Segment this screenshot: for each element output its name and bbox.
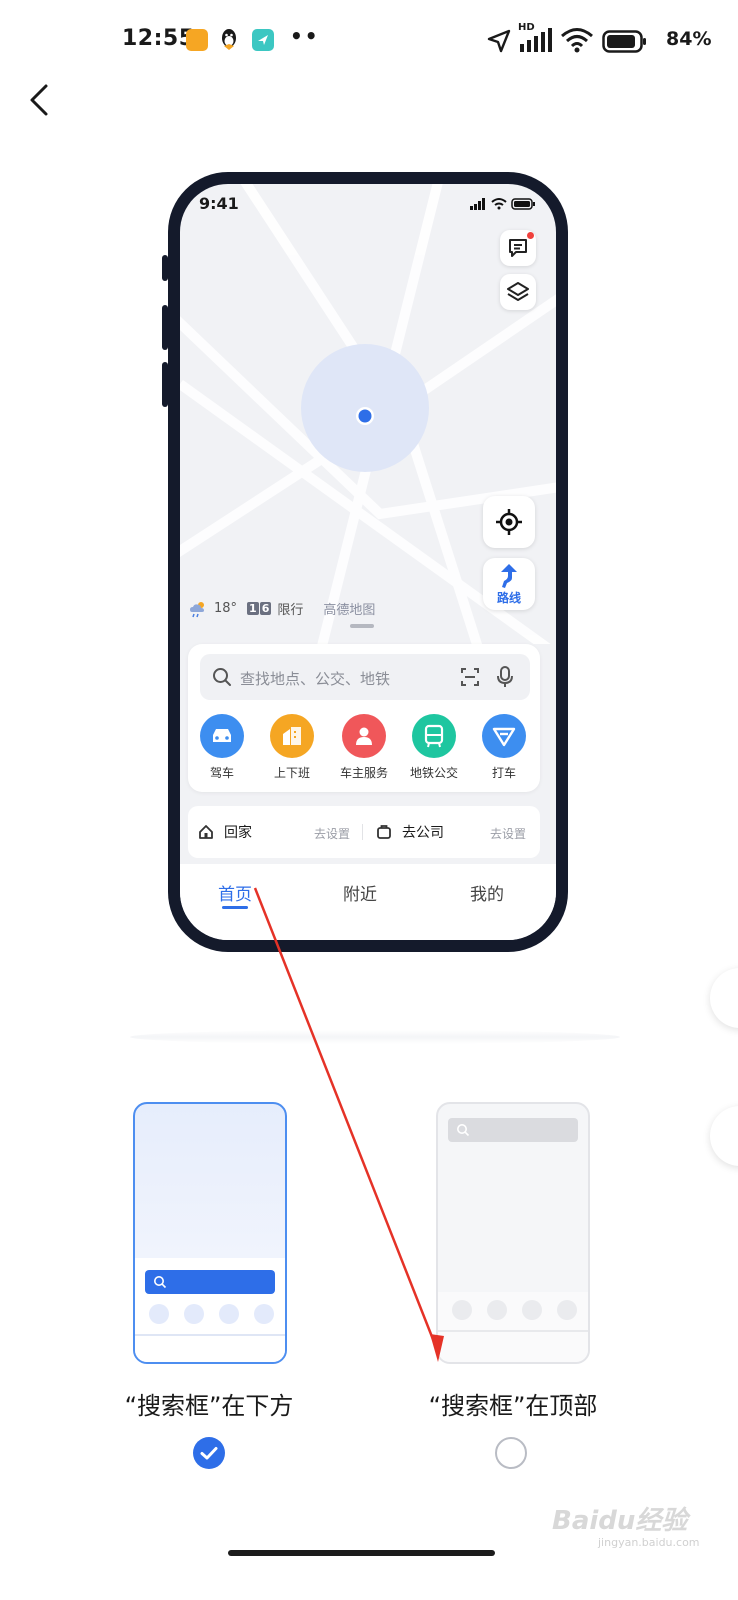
- rain-cloud-icon: [190, 601, 204, 617]
- route-button[interactable]: 路线: [483, 558, 535, 610]
- battery-icon: [602, 30, 648, 58]
- search-bar[interactable]: 查找地点、公交、地铁: [200, 654, 530, 700]
- preview-divider: [135, 1334, 285, 1336]
- crosshair-icon: [496, 509, 522, 535]
- preview-icon-row: [149, 1304, 274, 1324]
- home-indicator[interactable]: [228, 1550, 495, 1556]
- work-shortcut[interactable]: 去公司: [376, 822, 444, 842]
- edge-floating-button[interactable]: [710, 968, 738, 1028]
- back-button[interactable]: [22, 80, 62, 120]
- tab-bar: 首页 附近 我的: [180, 864, 556, 940]
- baidu-watermark: Baidu经验: [552, 1506, 688, 1536]
- wifi-icon: [560, 26, 594, 58]
- restriction-label: 限行: [277, 603, 304, 618]
- option-card-top-search[interactable]: [436, 1102, 590, 1364]
- message-icon: [509, 239, 527, 257]
- scan-icon: [461, 668, 479, 686]
- locate-button[interactable]: [483, 496, 535, 548]
- tab-home[interactable]: 首页: [218, 880, 252, 905]
- restriction-badge: 16: [247, 602, 272, 615]
- tab-mine[interactable]: 我的: [470, 880, 504, 905]
- layers-button[interactable]: [500, 274, 536, 310]
- service-driving[interactable]: 驾车: [192, 714, 252, 781]
- baidu-watermark-url: jingyan.baidu.com: [598, 1536, 700, 1549]
- service-car-owner[interactable]: 车主服务: [334, 714, 394, 781]
- radio-top-unselected[interactable]: [495, 1437, 527, 1469]
- building-icon: [270, 714, 314, 758]
- home-shortcut[interactable]: 回家: [198, 822, 252, 842]
- work-set-link[interactable]: 去设置: [490, 825, 526, 842]
- active-tab-indicator: [222, 906, 248, 909]
- unread-dot: [527, 232, 534, 239]
- option-label-top[interactable]: “搜索框”在顶部: [363, 1386, 663, 1421]
- preview-search-bar: [448, 1118, 578, 1142]
- microphone-icon: [497, 666, 513, 687]
- battery-percent: 84%: [666, 28, 712, 50]
- route-label: 路线: [496, 590, 521, 605]
- briefcase-icon: [377, 825, 391, 839]
- taxi-icon: [482, 714, 526, 758]
- home-label: 回家: [224, 825, 252, 841]
- option-label-bottom[interactable]: “搜索框”在下方: [59, 1386, 359, 1421]
- service-commute[interactable]: 上下班: [262, 714, 322, 781]
- search-icon: [154, 1276, 167, 1289]
- message-button[interactable]: [500, 230, 536, 266]
- route-arrow-icon: [501, 563, 517, 588]
- person-icon: [342, 714, 386, 758]
- search-icon: [457, 1124, 470, 1137]
- work-label: 去公司: [402, 825, 444, 841]
- more-notifications-icon: ••: [290, 24, 320, 48]
- preview-search-bar: [145, 1270, 275, 1294]
- home-icon: [199, 825, 213, 839]
- notes-app-icon: [186, 29, 208, 51]
- search-icon: [213, 668, 231, 686]
- weather-row: 18° 16 限行 高德地图: [188, 599, 375, 618]
- service-transit[interactable]: 地铁公交: [404, 714, 464, 781]
- preview-icon-row: [452, 1300, 577, 1320]
- preview-divider: [438, 1330, 588, 1332]
- qq-icon: [218, 28, 240, 52]
- brand-logo: 高德地图: [323, 603, 376, 618]
- chevron-left-icon: [30, 84, 48, 116]
- checkmark-icon: [200, 1447, 218, 1460]
- bottom-sheet: 查找地点、公交、地铁 驾车 上下班 车主服务 地铁公交 打车: [188, 644, 540, 792]
- sheet-handle[interactable]: [350, 624, 374, 628]
- phone-status-time: 9:41: [199, 194, 239, 213]
- location-arrow-icon: [486, 28, 512, 58]
- navigation-app-icon: [252, 29, 274, 51]
- network-type-label: HD: [518, 22, 537, 33]
- option-card-bottom-search[interactable]: [133, 1102, 287, 1364]
- temperature: 18°: [214, 601, 238, 616]
- service-taxi[interactable]: 打车: [474, 714, 534, 781]
- edge-floating-button[interactable]: [710, 1106, 738, 1166]
- layers-icon: [507, 282, 529, 301]
- bus-icon: [412, 714, 456, 758]
- quick-places: 回家 去设置 去公司 去设置: [188, 806, 540, 858]
- phone-status-icons: [468, 196, 538, 215]
- phone-screen: 9:41 路线 18° 16 限行 高德地图 查找地点、公交、地铁 驾车 上下班…: [180, 184, 556, 940]
- radio-bottom-selected[interactable]: [193, 1437, 225, 1469]
- search-placeholder: 查找地点、公交、地铁: [240, 670, 391, 688]
- section-divider: [130, 1030, 620, 1044]
- status-time: 12:55: [122, 26, 195, 51]
- tab-nearby[interactable]: 附近: [343, 880, 377, 905]
- home-set-link[interactable]: 去设置: [314, 825, 350, 842]
- places-divider: [362, 824, 363, 840]
- car-icon: [200, 714, 244, 758]
